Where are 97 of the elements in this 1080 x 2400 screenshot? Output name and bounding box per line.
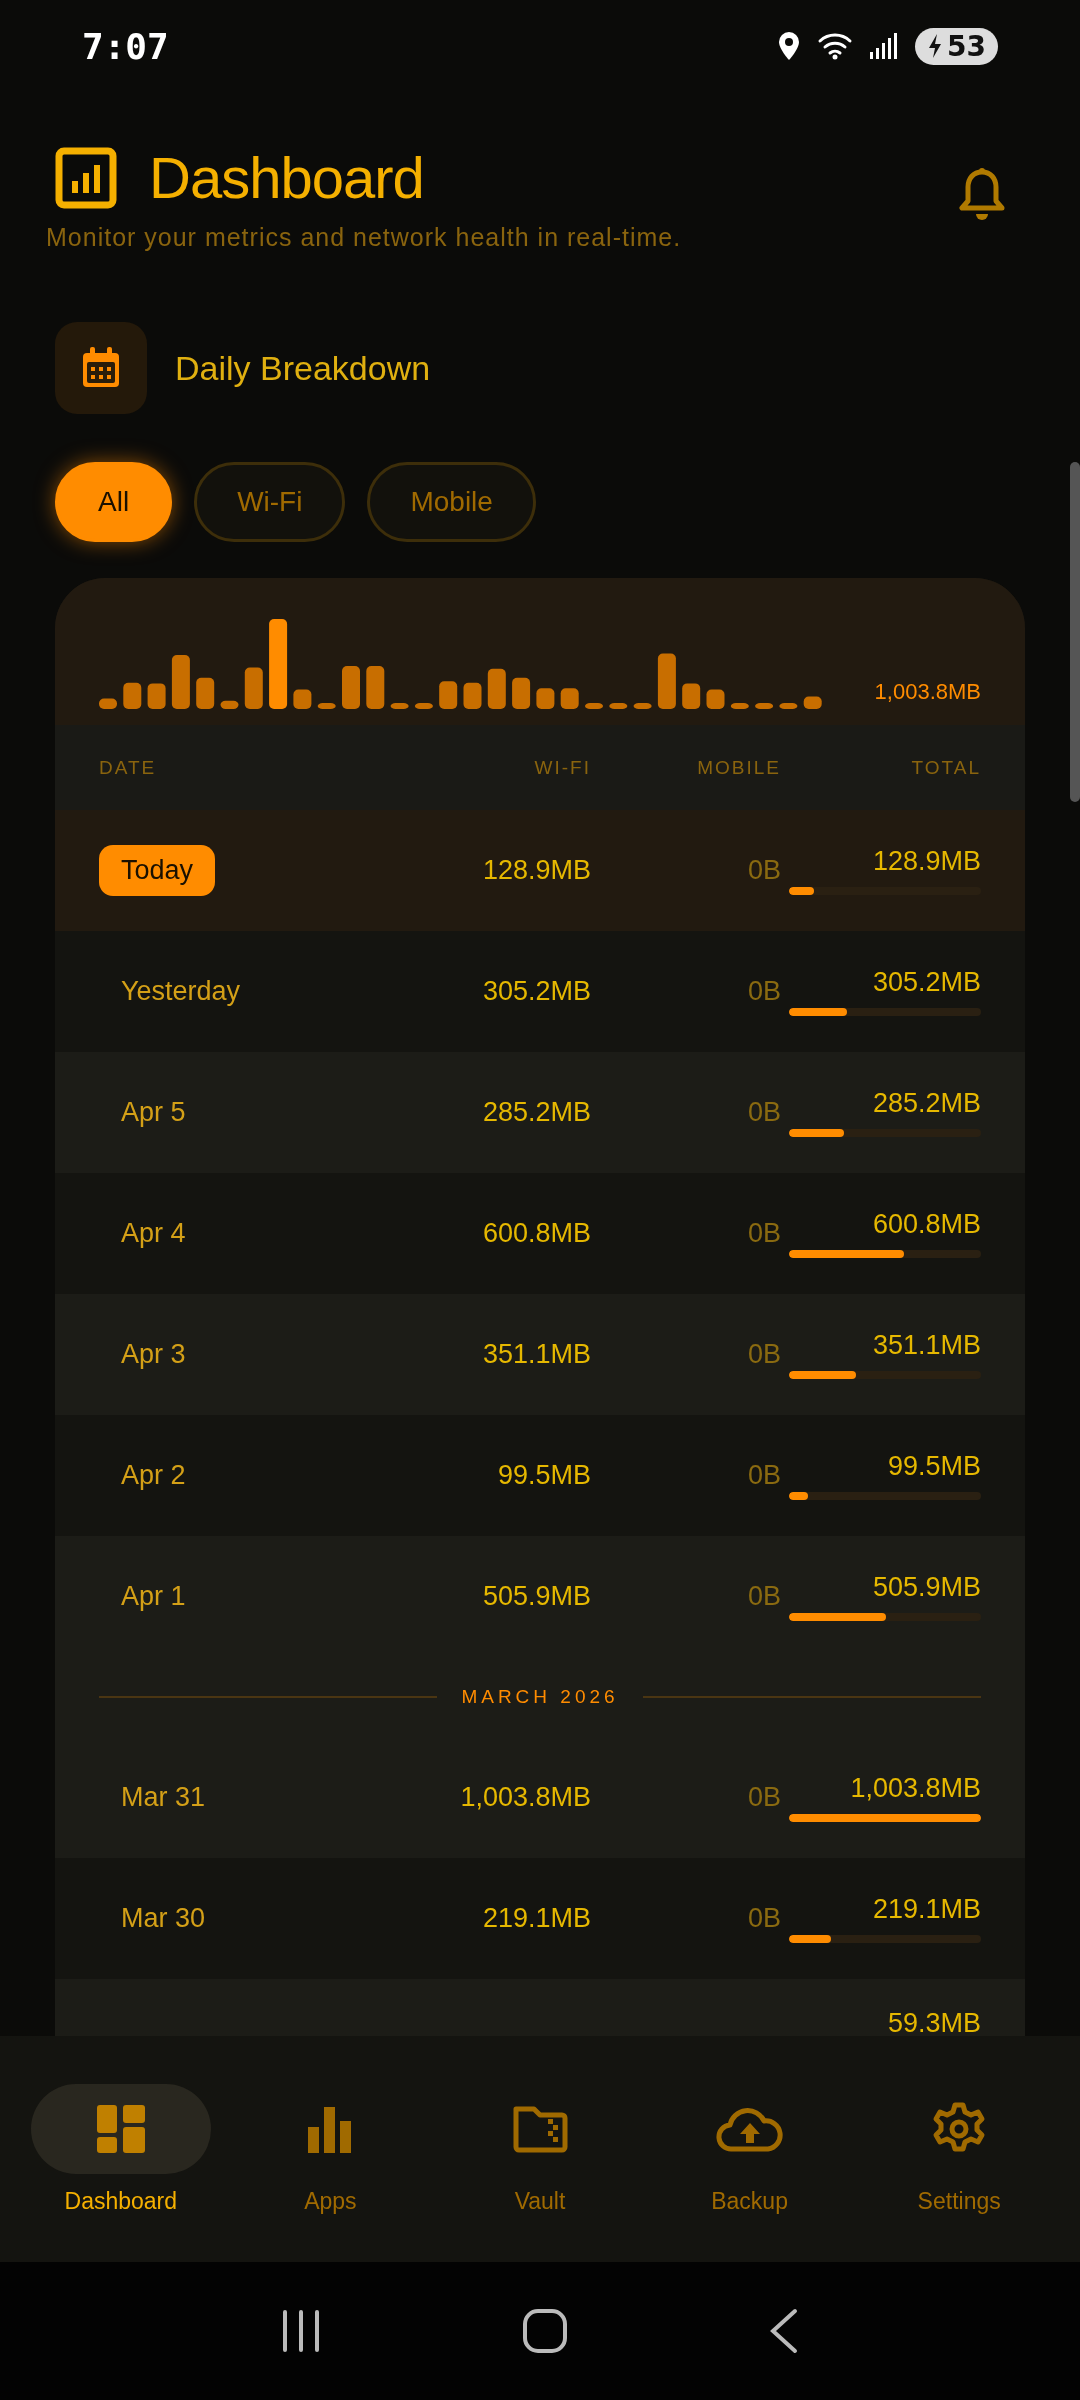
filter-chip[interactable]: Wi-Fi bbox=[194, 462, 346, 542]
total-cell: 99.5MB bbox=[887, 1451, 981, 1482]
sparkline-bar bbox=[342, 666, 360, 709]
sparkline-bar bbox=[414, 703, 433, 709]
calendar-icon bbox=[55, 322, 147, 414]
total-cell: 285.2MB bbox=[872, 1088, 981, 1119]
page-title: Dashboard bbox=[149, 144, 424, 211]
date-cell-text: Apr 1 bbox=[120, 1581, 187, 1612]
wifi-icon bbox=[817, 32, 854, 60]
wifi-cell-text: 1,003.8MB bbox=[459, 1782, 591, 1813]
date-cell: Today bbox=[99, 845, 216, 896]
sparkline-bar bbox=[512, 677, 531, 709]
location-icon bbox=[777, 31, 802, 61]
sparkline-bar bbox=[147, 683, 166, 709]
mobile-cell-text: 0B bbox=[746, 855, 781, 886]
total-cell: 305.2MB bbox=[872, 967, 981, 998]
mobile-cell-text: 0B bbox=[746, 1782, 781, 1813]
date-cell-text: Mar 30 bbox=[120, 1903, 207, 1934]
column-header: WI-FI bbox=[533, 756, 591, 779]
wifi-cell-text: 305.2MB bbox=[481, 976, 591, 1007]
mobile-cell-text: 0B bbox=[746, 976, 781, 1007]
mobile-cell-text: 0B bbox=[746, 1581, 781, 1612]
bar-chart-icon bbox=[307, 2104, 354, 2153]
filter-chip[interactable]: All bbox=[55, 462, 173, 542]
date-cell-text: Apr 5 bbox=[120, 1097, 187, 1128]
sparkline-bar bbox=[196, 677, 215, 709]
folder-icon bbox=[512, 2104, 568, 2153]
wifi-cell-text: 99.5MB bbox=[496, 1460, 591, 1491]
wifi-cell-text: 285.2MB bbox=[481, 1097, 591, 1128]
sparkline-bar bbox=[99, 698, 117, 709]
sparkline-bar bbox=[244, 667, 263, 709]
mobile-cell-text: 0B bbox=[746, 1460, 781, 1491]
sparkline-bar bbox=[536, 688, 555, 709]
total-cell: 219.1MB bbox=[872, 1894, 981, 1925]
signal-icon bbox=[869, 32, 900, 60]
mobile-cell-text: 0B bbox=[746, 1339, 781, 1370]
sparkline-bar bbox=[220, 700, 239, 709]
sparkline-bar bbox=[487, 668, 506, 709]
dashboard-icon bbox=[94, 2102, 147, 2155]
notification-bell-icon[interactable] bbox=[959, 168, 1005, 222]
mobile-cell-text: 0B bbox=[746, 1218, 781, 1249]
wifi-cell-text: 128.9MB bbox=[481, 855, 591, 886]
sparkline-bar bbox=[585, 703, 603, 709]
nav-tab[interactable]: Apps bbox=[235, 2083, 426, 2215]
sparkline-bar bbox=[171, 655, 190, 709]
sparkline-bar bbox=[633, 703, 652, 709]
sparkline-bar bbox=[609, 703, 628, 709]
column-header: TOTAL bbox=[910, 756, 981, 779]
sparkline-bar bbox=[317, 703, 336, 709]
mobile-cell-text: 0B bbox=[746, 1097, 781, 1128]
sparkline-bar bbox=[657, 653, 676, 709]
mobile-cell-text: 0B bbox=[746, 1903, 781, 1934]
sparkline-bar bbox=[755, 703, 774, 709]
sparkline-bar bbox=[293, 689, 312, 709]
charging-icon bbox=[927, 33, 944, 59]
wifi-cell-text: 219.1MB bbox=[481, 1903, 591, 1934]
date-cell-text: Apr 2 bbox=[120, 1460, 187, 1491]
total-cell: 128.9MB bbox=[872, 846, 981, 877]
date-cell-text: Apr 4 bbox=[120, 1218, 187, 1249]
nav-tab[interactable]: Vault bbox=[445, 2083, 635, 2215]
sparkline-bar bbox=[123, 682, 142, 709]
nav-tab[interactable]: Backup bbox=[654, 2083, 845, 2215]
wifi-cell-text: 600.8MB bbox=[481, 1218, 591, 1249]
total-cell: 59.3MB bbox=[887, 2008, 981, 2036]
month-divider-label: MARCH 2026 bbox=[461, 1686, 619, 1708]
sparkline-bar bbox=[463, 682, 482, 709]
sparkline-bar bbox=[730, 703, 749, 709]
recent-apps-icon[interactable] bbox=[280, 2309, 321, 2353]
total-cell: 600.8MB bbox=[872, 1209, 981, 1240]
column-header: DATE bbox=[99, 756, 158, 779]
battery-indicator: 53 bbox=[915, 27, 998, 65]
sparkline-bar bbox=[560, 688, 579, 709]
sparkline-bar bbox=[706, 689, 725, 709]
nav-tab[interactable]: Settings bbox=[864, 2083, 1055, 2215]
back-icon[interactable] bbox=[769, 2308, 800, 2354]
sparkline-bar bbox=[682, 683, 701, 709]
total-cell: 1,003.8MB bbox=[850, 1773, 981, 1804]
column-header: MOBILE bbox=[696, 756, 781, 779]
peak-value: 1,003.8MB bbox=[874, 679, 981, 705]
date-cell-text: Yesterday bbox=[120, 976, 242, 1007]
filter-chip[interactable]: Mobile bbox=[367, 462, 536, 542]
total-cell: 351.1MB bbox=[872, 1330, 981, 1361]
sparkline-bar bbox=[779, 703, 798, 709]
sparkline-bar bbox=[803, 696, 822, 709]
section-title: Daily Breakdown bbox=[175, 348, 431, 388]
page-subtitle: Monitor your metrics and network health in real-time. bbox=[46, 223, 682, 252]
bar-chart-icon bbox=[55, 146, 117, 209]
date-cell-text: Mar 31 bbox=[120, 1782, 207, 1813]
date-cell-text: Apr 3 bbox=[120, 1339, 187, 1370]
status-time: 7:07 bbox=[82, 25, 169, 67]
home-icon[interactable] bbox=[522, 2308, 568, 2354]
sparkline-bar bbox=[439, 681, 458, 709]
total-cell: 505.9MB bbox=[872, 1572, 981, 1603]
wifi-cell-text: 505.9MB bbox=[481, 1581, 591, 1612]
wifi-cell-text: 351.1MB bbox=[481, 1339, 591, 1370]
sparkline-bar bbox=[390, 703, 409, 709]
sparkline-bar bbox=[366, 666, 385, 709]
